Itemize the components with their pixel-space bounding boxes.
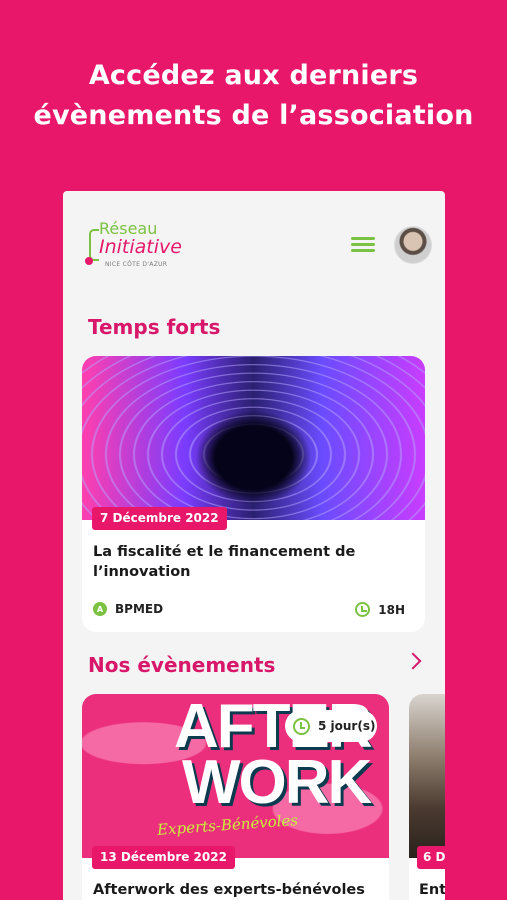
app-header: Réseau Initiative NICE CÔTE D'AZUR bbox=[63, 191, 445, 301]
event-time: 18H bbox=[355, 602, 405, 617]
event-date-badge: 7 Décembre 2022 bbox=[92, 507, 227, 530]
reseau-initiative-logo[interactable]: Réseau Initiative NICE CÔTE D'AZUR bbox=[85, 219, 190, 274]
event-card[interactable]: 6 D Ent bbox=[409, 694, 445, 900]
event-organizer: A BPMED bbox=[93, 602, 163, 616]
chevron-right-icon[interactable] bbox=[404, 652, 422, 670]
organizer-name: BPMED bbox=[115, 602, 164, 616]
event-title: Afterwork des experts-bénévoles bbox=[93, 882, 365, 898]
section-title-nos-evenements: Nos évènements bbox=[88, 653, 276, 677]
event-date-badge: 13 Décembre 2022 bbox=[92, 846, 235, 869]
event-card[interactable]: AFTER WORK Experts-Bénévoles 5 jour(s) 1… bbox=[82, 694, 389, 900]
avatar[interactable] bbox=[394, 226, 432, 264]
logo-text-initiative: Initiative bbox=[99, 236, 182, 258]
clock-icon bbox=[355, 602, 371, 617]
alarm-clock-icon bbox=[293, 717, 310, 735]
event-image bbox=[409, 694, 445, 858]
countdown-badge: 5 jour(s) bbox=[285, 710, 377, 742]
promo-headline: Accédez aux derniers évènements de l’ass… bbox=[0, 56, 507, 136]
countdown-label: 5 jour(s) bbox=[318, 719, 376, 733]
event-date-badge: 6 D bbox=[417, 846, 445, 869]
event-time-label: 18H bbox=[378, 602, 405, 617]
logo-dot bbox=[85, 257, 93, 265]
promo-headline-line1: Accédez aux derniers bbox=[88, 60, 419, 91]
event-title: Ent bbox=[419, 882, 445, 898]
event-image bbox=[82, 356, 425, 520]
organizer-icon: A bbox=[93, 602, 107, 616]
promo-headline-line2: évènements de l’association bbox=[33, 100, 474, 131]
hamburger-menu-icon[interactable] bbox=[351, 237, 375, 255]
logo-text-region: NICE CÔTE D'AZUR bbox=[105, 261, 168, 268]
afterwork-script: Experts-Bénévoles bbox=[156, 811, 299, 839]
app-screen: Réseau Initiative NICE CÔTE D'AZUR Temps… bbox=[63, 191, 445, 900]
afterwork-word-work: WORK bbox=[182, 748, 372, 817]
logo-bracket bbox=[89, 229, 99, 261]
highlight-event-card[interactable]: 7 Décembre 2022 La fiscalité et le finan… bbox=[82, 356, 425, 632]
event-title: La fiscalité et le financement de l’inno… bbox=[93, 544, 356, 580]
section-title-temps-forts: Temps forts bbox=[88, 315, 221, 339]
